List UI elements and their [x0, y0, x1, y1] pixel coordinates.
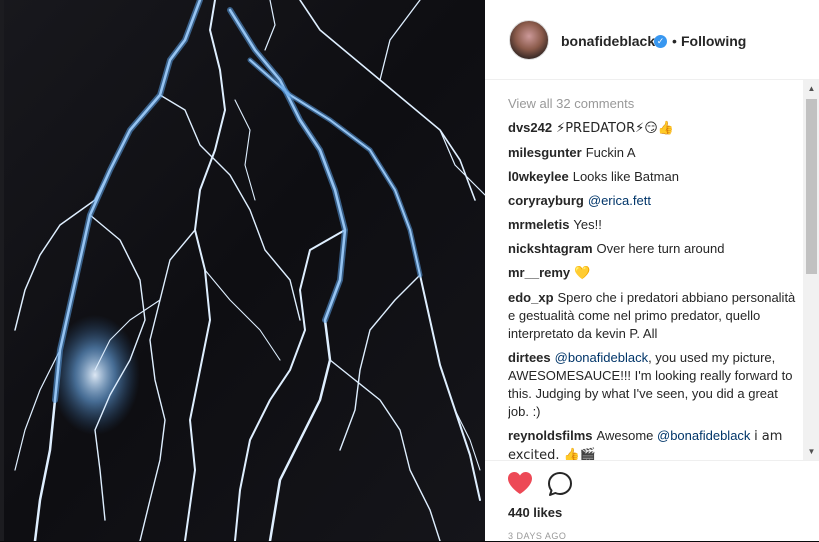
comments-list[interactable]: View all 32 comments dvs242 ⚡PREDATOR⚡😏👍 …: [508, 90, 798, 460]
photo-edge: [0, 0, 4, 541]
comment-item: reynoldsfilms Awesome @bonafideblack i am…: [508, 427, 798, 460]
comment-item: milesgunter Fuckin A: [508, 144, 798, 162]
separator-dot: •: [672, 33, 677, 49]
verified-icon: ✓: [654, 35, 667, 48]
scroll-up-arrow-icon[interactable]: ▲: [803, 80, 819, 97]
comment-username[interactable]: milesgunter: [508, 145, 582, 160]
comment-item: nickshtagram Over here turn around: [508, 240, 798, 258]
post-username[interactable]: bonafideblack: [561, 33, 655, 49]
comment-text: Fuckin A: [585, 145, 636, 160]
comment-mention[interactable]: @bonafideblack: [555, 350, 648, 365]
comment-username[interactable]: mr__remy: [508, 265, 570, 280]
comment-icon[interactable]: [547, 471, 573, 497]
view-all-comments-link[interactable]: View all 32 comments: [508, 95, 798, 113]
following-button[interactable]: Following: [681, 33, 746, 49]
comment-username[interactable]: dirtees: [508, 350, 551, 365]
comment-username[interactable]: reynoldsfilms: [508, 428, 593, 443]
scroll-down-arrow-icon[interactable]: ▼: [803, 443, 819, 460]
comment-text: 💛: [574, 266, 591, 281]
comment-item: mrmeletis Yes!!: [508, 216, 798, 234]
comment-text: Yes!!: [573, 217, 602, 232]
comment-username[interactable]: coryrayburg: [508, 193, 584, 208]
comment-item: dirtees @bonafideblack, you used my pictu…: [508, 349, 798, 421]
comment-text: Over here turn around: [596, 241, 725, 256]
post-photo[interactable]: [0, 0, 485, 541]
comment-username[interactable]: dvs242: [508, 120, 552, 135]
post-timestamp: 3 DAYS AGO: [508, 531, 567, 541]
comment-item: l0wkeylee Looks like Batman: [508, 168, 798, 186]
comment-mention[interactable]: @erica.fett: [588, 193, 651, 208]
lightning-image: [0, 0, 485, 541]
comments-scrollbar[interactable]: ▲ ▼: [803, 80, 819, 460]
comment-item: edo_xp Spero che i predatori abbiano pers…: [508, 289, 798, 343]
post-actions: 440 likes 3 DAYS AGO: [485, 460, 819, 542]
comment-text: ⚡PREDATOR⚡😏👍: [556, 121, 675, 136]
post-header: bonafideblack ✓ • Following: [485, 0, 819, 80]
post-side-panel: bonafideblack ✓ • Following View all 32 …: [485, 0, 819, 541]
likes-count[interactable]: 440 likes: [508, 505, 562, 520]
comment-username[interactable]: nickshtagram: [508, 241, 593, 256]
comment-item: coryrayburg @erica.fett: [508, 192, 798, 210]
scroll-thumb[interactable]: [806, 99, 817, 274]
avatar[interactable]: [509, 20, 549, 60]
comment-username[interactable]: l0wkeylee: [508, 169, 569, 184]
comment-username[interactable]: mrmeletis: [508, 217, 569, 232]
comment-username[interactable]: edo_xp: [508, 290, 554, 305]
comment-item: mr__remy 💛: [508, 264, 798, 283]
comment-mention[interactable]: @bonafideblack: [657, 428, 750, 443]
comment-text-before: Awesome: [596, 428, 654, 443]
heart-icon[interactable]: [507, 471, 533, 495]
comment-text: Looks like Batman: [572, 169, 679, 184]
comment-item: dvs242 ⚡PREDATOR⚡😏👍: [508, 119, 798, 138]
